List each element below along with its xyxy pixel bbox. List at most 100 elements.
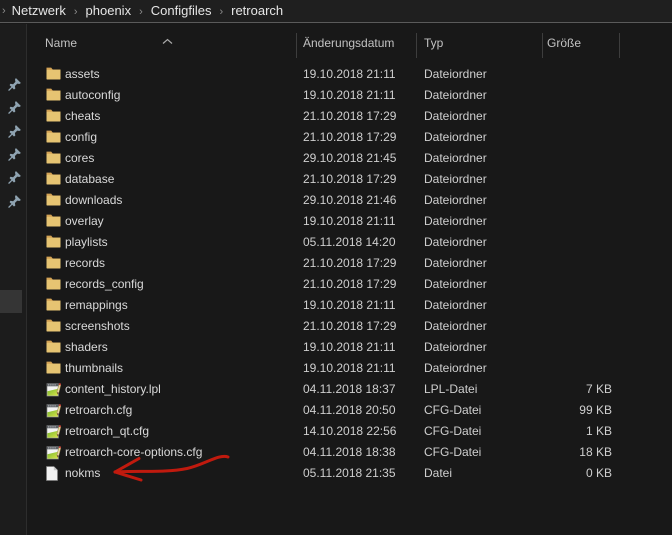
address-bar[interactable]: › Netzwerk›phoenix›Configfiles›retroarch	[0, 0, 672, 23]
file-date-modified: 29.10.2018 21:45	[303, 148, 396, 169]
folder-icon	[46, 277, 61, 293]
file-name: screenshots	[65, 316, 130, 337]
file-date-modified: 29.10.2018 21:46	[303, 190, 396, 211]
folder-row[interactable]: remappings19.10.2018 21:11Dateiordner	[0, 295, 672, 316]
folder-icon	[46, 193, 61, 209]
file-date-modified: 21.10.2018 17:29	[303, 127, 396, 148]
file-name: shaders	[65, 337, 108, 358]
config-file-icon	[46, 403, 61, 419]
file-name: remappings	[65, 295, 128, 316]
file-date-modified: 19.10.2018 21:11	[303, 337, 396, 358]
file-date-modified: 04.11.2018 18:37	[303, 379, 396, 400]
file-type: Dateiordner	[424, 316, 487, 337]
file-name: autoconfig	[65, 85, 120, 106]
file-type: Dateiordner	[424, 337, 487, 358]
file-name: cores	[65, 148, 94, 169]
breadcrumb-item[interactable]: phoenix	[84, 3, 134, 18]
folder-icon	[46, 361, 61, 377]
file-size	[543, 211, 612, 232]
file-date-modified: 14.10.2018 22:56	[303, 421, 396, 442]
folder-icon	[46, 151, 61, 167]
file-list: assets19.10.2018 21:11Dateiordnerautocon…	[0, 64, 672, 484]
file-type: Dateiordner	[424, 211, 487, 232]
file-name: playlists	[65, 232, 108, 253]
file-size: 1 KB	[543, 421, 612, 442]
folder-row[interactable]: config21.10.2018 17:29Dateiordner	[0, 127, 672, 148]
folder-row[interactable]: assets 19.10.2018 21:11 Dateiordner	[0, 64, 672, 85]
file-name: assets	[65, 64, 100, 85]
folder-row[interactable]: screenshots 21.10.2018 17:29 Dateiordner	[0, 316, 672, 337]
folder-row[interactable]: cores29.10.2018 21:45Dateiordner	[0, 148, 672, 169]
file-date-modified: 04.11.2018 18:38	[303, 442, 396, 463]
folder-row[interactable]: playlists05.11.2018 14:20Dateiordner	[0, 232, 672, 253]
config-file-icon	[46, 445, 61, 461]
folder-row[interactable]: autoconfig19.10.2018 21:11Dateiordner	[0, 85, 672, 106]
breadcrumb-item[interactable]: Configfiles	[149, 3, 214, 18]
file-type: CFG-Datei	[424, 442, 481, 463]
column-divider[interactable]	[619, 33, 620, 58]
file-type: Dateiordner	[424, 127, 487, 148]
file-row[interactable]: retroarch.cfg 04.11.2018 20:50 CFG-Datei 99…	[0, 400, 672, 421]
breadcrumb-item[interactable]: Netzwerk	[10, 3, 68, 18]
file-size	[543, 148, 612, 169]
column-header-date[interactable]: Änderungsdatum	[303, 36, 394, 50]
file-type: CFG-Datei	[424, 400, 481, 421]
file-row[interactable]: nokms05.11.2018 21:35Datei0 KB	[0, 463, 672, 484]
file-name: content_history.lpl	[65, 379, 161, 400]
file-name: database	[65, 169, 114, 190]
chevron-right-icon: ›	[2, 5, 10, 17]
folder-row[interactable]: records_config21.10.2018 17:29Dateiordne…	[0, 274, 672, 295]
file-type: Dateiordner	[424, 64, 487, 85]
folder-row[interactable]: records21.10.2018 17:29Dateiordner	[0, 253, 672, 274]
file-name: records	[65, 253, 105, 274]
plain-file-icon	[46, 466, 58, 482]
sort-ascending-icon	[162, 32, 173, 50]
file-name: records_config	[65, 274, 144, 295]
file-size: 99 KB	[543, 400, 612, 421]
breadcrumb-item[interactable]: retroarch	[229, 3, 285, 18]
file-type: LPL-Datei	[424, 379, 477, 400]
folder-icon	[46, 298, 61, 314]
breadcrumb: Netzwerk›phoenix›Configfiles›retroarch	[10, 2, 285, 20]
config-file-icon	[46, 382, 61, 398]
file-size	[543, 358, 612, 379]
file-date-modified: 19.10.2018 21:11	[303, 64, 396, 85]
file-name: downloads	[65, 190, 122, 211]
folder-icon	[46, 130, 61, 146]
chevron-right-icon: ›	[133, 6, 149, 18]
file-type: Dateiordner	[424, 190, 487, 211]
folder-row[interactable]: shaders 19.10.2018 21:11 Dateiordner	[0, 337, 672, 358]
folder-icon	[46, 319, 61, 335]
file-row[interactable]: content_history.lpl 04.11.2018 18:37 LPL-D…	[0, 379, 672, 400]
file-date-modified: 19.10.2018 21:11	[303, 358, 396, 379]
column-divider[interactable]	[542, 33, 543, 58]
file-size	[543, 169, 612, 190]
column-header-size[interactable]: Größe	[547, 36, 581, 50]
file-size: 18 KB	[543, 442, 612, 463]
folder-row[interactable]: cheats21.10.2018 17:29Dateiordner	[0, 106, 672, 127]
file-size	[543, 295, 612, 316]
folder-row[interactable]: overlay19.10.2018 21:11Dateiordner	[0, 211, 672, 232]
file-date-modified: 21.10.2018 17:29	[303, 106, 396, 127]
file-row[interactable]: retroarch-core-options.cfg04.11.2018 18:…	[0, 442, 672, 463]
folder-icon	[46, 109, 61, 125]
file-date-modified: 21.10.2018 17:29	[303, 316, 396, 337]
folder-row[interactable]: downloads 29.10.2018 21:46 Dateiordner	[0, 190, 672, 211]
file-size	[543, 106, 612, 127]
file-row[interactable]: retroarch_qt.cfg14.10.2018 22:56CFG-Date…	[0, 421, 672, 442]
chevron-right-icon: ›	[213, 6, 229, 18]
column-header-name[interactable]: Name	[45, 36, 77, 50]
file-name: retroarch.cfg	[65, 400, 132, 421]
column-divider[interactable]	[296, 33, 297, 58]
file-date-modified: 05.11.2018 21:35	[303, 463, 396, 484]
file-type: Dateiordner	[424, 106, 487, 127]
folder-row[interactable]: thumbnails19.10.2018 21:11Dateiordner	[0, 358, 672, 379]
file-type: Dateiordner	[424, 169, 487, 190]
file-name: nokms	[65, 463, 100, 484]
file-size	[543, 85, 612, 106]
file-date-modified: 04.11.2018 20:50	[303, 400, 396, 421]
column-divider[interactable]	[416, 33, 417, 58]
column-header-type[interactable]: Typ	[424, 36, 443, 50]
folder-row[interactable]: database21.10.2018 17:29Dateiordner	[0, 169, 672, 190]
file-type: Dateiordner	[424, 253, 487, 274]
